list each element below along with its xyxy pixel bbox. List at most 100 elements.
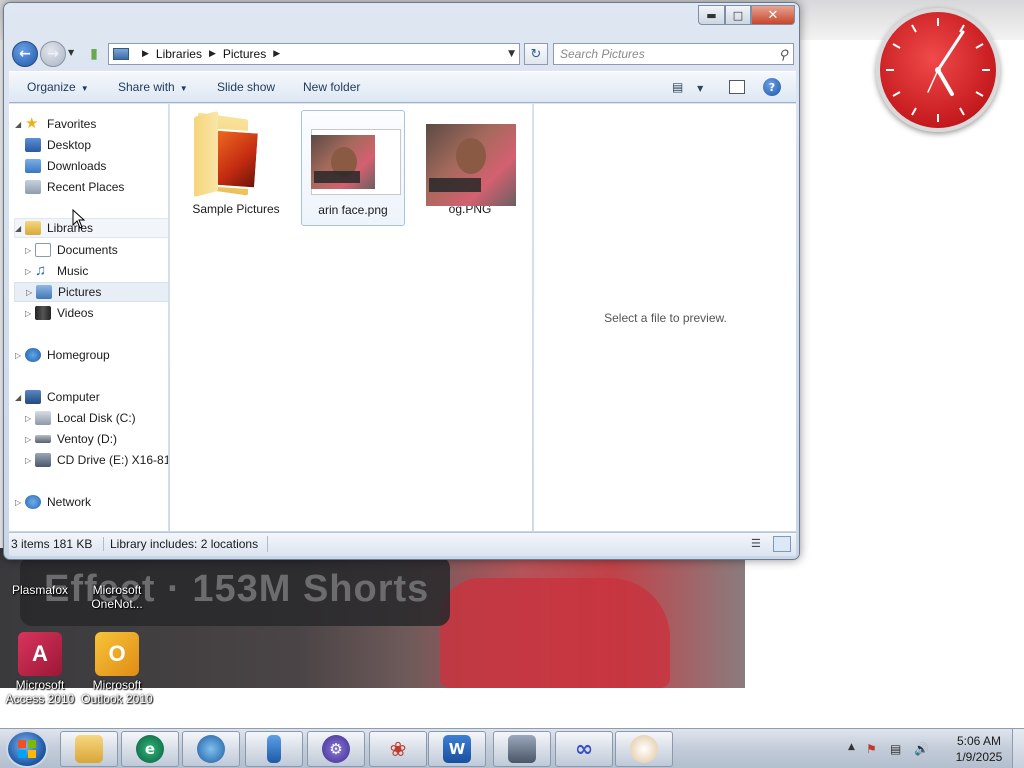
refresh-button[interactable]: ↻ <box>524 43 548 65</box>
desktop-icon-label: Microsoft Outlook 2010 <box>81 678 153 706</box>
tree-item-cd-drive[interactable]: ▷ CD Drive (E:) X16-81 <box>25 450 168 470</box>
address-bar[interactable]: ▶ Libraries ▶ Pictures ▶ ▼ <box>108 43 520 65</box>
expand-arrow-icon[interactable]: ▷ <box>15 351 25 360</box>
tree-item-favorites[interactable]: ◢ ★ Favorites <box>15 114 96 134</box>
organize-menu[interactable]: Organize ▼ <box>27 80 89 94</box>
tree-item-pictures[interactable]: ▷ Pictures <box>14 282 168 302</box>
tree-item-libraries[interactable]: ◢ Libraries <box>14 218 168 238</box>
local-disk-icon <box>35 411 51 425</box>
expand-arrow-icon[interactable]: ◢ <box>15 120 25 129</box>
expand-arrow-icon[interactable]: ▷ <box>25 267 35 276</box>
address-dropdown-icon[interactable]: ▼ <box>508 49 515 59</box>
outlook-icon: O <box>95 632 139 676</box>
library-icon: ▮ <box>90 46 98 62</box>
search-placeholder: Search Pictures <box>560 47 645 61</box>
expand-arrow-icon[interactable]: ▷ <box>25 456 35 465</box>
tree-item-ventoy[interactable]: ▷ Ventoy (D:) <box>25 429 117 449</box>
back-button[interactable]: ← <box>12 41 38 67</box>
file-item-og[interactable]: og.PNG <box>418 110 522 226</box>
tree-item-homegroup[interactable]: ▷ Homegroup <box>15 345 110 365</box>
file-list-pane[interactable]: Sample Pictures arin face.png og.PNG <box>170 104 532 531</box>
paint-palette-icon <box>630 735 658 763</box>
homegroup-icon <box>25 348 41 362</box>
library-locations: Library includes: 2 locations <box>103 537 258 551</box>
network-status-icon[interactable]: ▤ <box>890 742 901 756</box>
taskbar-edge-browser[interactable]: e <box>121 731 179 767</box>
taskbar-globe-browser[interactable] <box>182 731 240 767</box>
file-item-sample-pictures[interactable]: Sample Pictures <box>184 110 288 226</box>
tree-item-local-disk[interactable]: ▷ Local Disk (C:) <box>25 408 136 428</box>
image-thumbnail-icon <box>424 110 516 206</box>
infinity-icon: ∞ <box>574 736 594 762</box>
tree-item-recent-places[interactable]: Recent Places <box>25 177 124 197</box>
taskbar-usb-tool[interactable] <box>245 731 303 767</box>
breadcrumb-libraries[interactable]: Libraries <box>156 47 202 61</box>
minimize-button[interactable]: ▬ <box>698 5 725 25</box>
show-hidden-icons-button[interactable]: ▲ <box>848 742 855 752</box>
expand-arrow-icon[interactable]: ▷ <box>26 288 36 297</box>
tree-item-network[interactable]: ▷ Network <box>15 492 91 512</box>
desktop-icon-outlook[interactable]: O Microsoft Outlook 2010 <box>77 632 157 706</box>
expand-arrow-icon[interactable]: ◢ <box>15 393 25 402</box>
mouse-cursor-icon <box>72 209 86 229</box>
breadcrumb-pictures[interactable]: Pictures <box>223 47 266 61</box>
search-input[interactable]: Search Pictures ⚲ <box>553 43 794 65</box>
tree-item-music[interactable]: ▷ ♫ Music <box>25 261 88 281</box>
pictures-library-icon <box>113 48 129 60</box>
file-item-arin-face[interactable]: arin face.png <box>301 110 405 226</box>
recent-pages-dropdown[interactable]: ▼ <box>68 48 74 57</box>
taskbar-paint[interactable] <box>615 731 673 767</box>
tree-item-videos[interactable]: ▷ Videos <box>25 303 93 323</box>
tree-item-computer[interactable]: ◢ Computer <box>15 387 100 407</box>
share-with-menu[interactable]: Share with ▼ <box>118 80 188 94</box>
search-icon[interactable]: ⚲ <box>778 47 788 63</box>
tree-item-desktop[interactable]: Desktop <box>25 135 91 155</box>
refresh-icon: ↻ <box>530 46 542 62</box>
taskbar-clock-time[interactable]: 5:06 AM <box>948 734 1010 748</box>
desktop-icon-onenote[interactable]: Microsoft OneNot... <box>77 563 157 611</box>
large-icons-view-button[interactable] <box>773 536 791 552</box>
taskbar-settings-gear[interactable]: ⚙ <box>307 731 365 767</box>
tree-item-documents[interactable]: ▷ Documents <box>25 240 118 260</box>
help-button[interactable]: ? <box>763 78 781 96</box>
windows-logo-icon <box>18 740 36 758</box>
breadcrumb-chevron-icon[interactable]: ▶ <box>209 49 216 59</box>
breadcrumb-chevron-icon[interactable]: ▶ <box>142 49 149 59</box>
taskbar-explorer[interactable] <box>60 731 118 767</box>
taskbar-word[interactable]: W <box>428 731 486 767</box>
navigation-pane[interactable]: ◢ ★ Favorites Desktop Downloads Recent P… <box>9 104 169 531</box>
expand-arrow-icon[interactable]: ▷ <box>25 246 35 255</box>
maximize-button[interactable]: □ <box>725 5 751 25</box>
taskbar: e ⚙ ❀ W ∞ ▲ ⚑ ▤ 🔊 5:06 AM 1/9/2025 <box>0 728 1024 768</box>
details-view-button[interactable]: ☰ <box>751 537 767 551</box>
expand-arrow-icon[interactable]: ▷ <box>15 498 25 507</box>
show-desktop-button[interactable] <box>1012 729 1024 768</box>
change-view-button[interactable]: ▤ ▼ <box>672 80 703 94</box>
start-button[interactable] <box>6 730 48 768</box>
new-folder-button[interactable]: New folder <box>303 80 360 94</box>
slide-show-button[interactable]: Slide show <box>217 80 275 94</box>
breadcrumb-chevron-icon[interactable]: ▶ <box>273 49 280 59</box>
chevron-down-icon: ▼ <box>179 84 188 93</box>
taskbar-remote-desktop[interactable] <box>493 731 551 767</box>
tree-item-downloads[interactable]: Downloads <box>25 156 106 176</box>
expand-arrow-icon[interactable]: ▷ <box>25 414 35 423</box>
usb-icon <box>267 735 281 763</box>
expand-arrow-icon[interactable]: ◢ <box>15 224 25 233</box>
clock-gadget[interactable] <box>876 8 1000 132</box>
libraries-up-button[interactable]: ▮ <box>84 43 104 65</box>
volume-icon[interactable]: 🔊 <box>914 742 929 756</box>
expand-arrow-icon[interactable]: ▷ <box>25 435 35 444</box>
forward-button[interactable]: → <box>40 41 66 67</box>
preview-pane-toggle[interactable] <box>729 80 745 94</box>
expand-arrow-icon[interactable]: ▷ <box>25 309 35 318</box>
taskbar-clock-date[interactable]: 1/9/2025 <box>948 750 1010 764</box>
minimize-icon: ▬ <box>706 8 717 22</box>
taskbar-infinity-app[interactable]: ∞ <box>555 731 613 767</box>
desktop-icon-plasmafox[interactable]: Plasmafox <box>0 563 80 597</box>
item-count: 3 items 181 KB <box>11 537 93 551</box>
close-button[interactable]: ✕ <box>751 5 795 25</box>
taskbar-spider-app[interactable]: ❀ <box>369 731 427 767</box>
desktop-icon-access[interactable]: A Microsoft Access 2010 <box>0 632 80 706</box>
action-center-icon[interactable]: ⚑ <box>866 742 877 756</box>
